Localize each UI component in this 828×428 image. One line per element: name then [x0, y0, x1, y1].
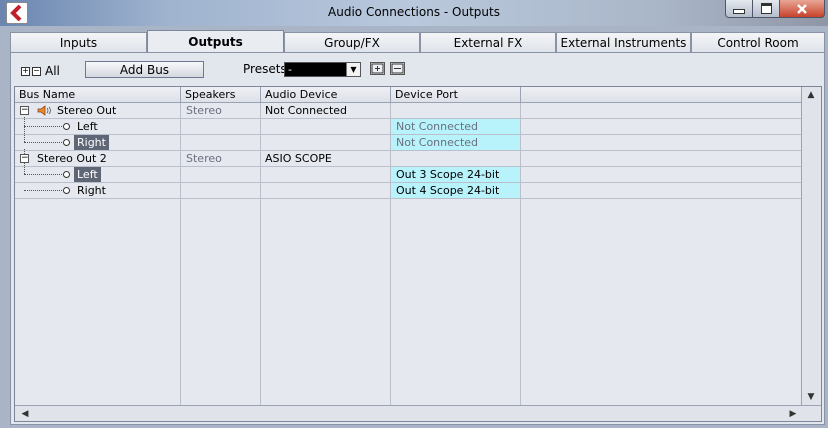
device-port-cell[interactable]: [391, 103, 521, 118]
add-bus-button[interactable]: Add Bus: [85, 61, 204, 78]
tree-line: [24, 126, 64, 127]
column-divider: [520, 199, 521, 405]
speaker-icon: [37, 105, 51, 116]
tab-inputs[interactable]: Inputs: [10, 32, 147, 52]
device-port-cell[interactable]: Out 4 Scope 24-bit: [391, 183, 521, 198]
speakers-cell[interactable]: Stereo: [181, 151, 261, 166]
channel-name: Left: [74, 167, 101, 182]
horizontal-scrollbar[interactable]: ◀ ▶: [15, 405, 821, 421]
audio-device-cell[interactable]: [261, 183, 391, 198]
vertical-scrollbar[interactable]: ▲ ▼: [801, 87, 821, 405]
bus-table: Bus Name Speakers Audio Device Device Po…: [14, 86, 822, 422]
tree-line: [24, 190, 64, 191]
all-label: All: [45, 64, 60, 78]
maximize-button[interactable]: [752, 0, 780, 18]
tab-bar: Inputs Outputs Group/FX External FX Exte…: [10, 30, 825, 53]
dropdown-arrow-icon: ▼: [346, 63, 360, 76]
table-row[interactable]: Right Not Connected: [15, 135, 801, 151]
scroll-right-icon[interactable]: ▶: [785, 406, 801, 421]
scroll-up-icon[interactable]: ▲: [803, 87, 819, 102]
collapse-all-icon[interactable]: −: [32, 66, 41, 76]
table-row[interactable]: − Stereo Out Stereo Not Connected: [15, 103, 801, 119]
delete-preset-button[interactable]: [390, 62, 405, 75]
tab-group-fx[interactable]: Group/FX: [284, 32, 420, 52]
device-port-cell[interactable]: Out 3 Scope 24-bit: [391, 167, 521, 182]
audio-connections-window: Audio Connections - Outputs Inputs Outpu…: [0, 0, 828, 428]
tab-control-room[interactable]: Control Room: [691, 32, 825, 52]
presets-dropdown[interactable]: - ▼: [284, 62, 361, 77]
channel-knob-icon: [63, 187, 70, 194]
audio-device-cell[interactable]: ASIO SCOPE: [261, 151, 391, 166]
presets-label: Presets: [243, 62, 287, 76]
expand-all-icon[interactable]: +: [21, 66, 30, 76]
speakers-cell[interactable]: [181, 119, 261, 134]
save-preset-button[interactable]: [370, 62, 385, 75]
col-bus-name[interactable]: Bus Name: [15, 87, 181, 102]
toolbar: + − All Add Bus Presets - ▼: [21, 61, 816, 81]
table-row[interactable]: − Stereo Out 2 Stereo ASIO SCOPE: [15, 151, 801, 167]
title-bar[interactable]: Audio Connections - Outputs: [0, 0, 828, 26]
tree-line: [24, 142, 64, 143]
speakers-cell[interactable]: [181, 183, 261, 198]
save-preset-icon: [371, 63, 384, 74]
window-title: Audio Connections - Outputs: [328, 5, 500, 19]
collapse-toggle[interactable]: −: [20, 154, 29, 163]
channel-name: Right: [77, 184, 106, 197]
table-row[interactable]: Right Out 4 Scope 24-bit: [15, 183, 801, 199]
audio-device-cell[interactable]: [261, 119, 391, 134]
delete-preset-icon: [391, 63, 404, 74]
collapse-toggle[interactable]: −: [20, 106, 29, 115]
tab-external-fx[interactable]: External FX: [420, 32, 556, 52]
table-header: Bus Name Speakers Audio Device Device Po…: [15, 87, 801, 103]
table-row[interactable]: Left Out 3 Scope 24-bit: [15, 167, 801, 183]
column-divider: [260, 199, 261, 405]
minimize-button[interactable]: [725, 0, 753, 18]
audio-device-cell[interactable]: Not Connected: [261, 103, 391, 118]
speakers-cell[interactable]: [181, 135, 261, 150]
device-port-cell[interactable]: Not Connected: [391, 135, 521, 150]
channel-knob-icon: [63, 123, 70, 130]
col-device-port[interactable]: Device Port: [391, 87, 521, 102]
scroll-left-icon[interactable]: ◀: [17, 406, 33, 421]
channel-name: Left: [77, 120, 98, 133]
channel-name: Right: [74, 135, 109, 150]
channel-knob-icon: [63, 139, 70, 146]
device-port-cell[interactable]: [391, 151, 521, 166]
speakers-cell[interactable]: Stereo: [181, 103, 261, 118]
tab-external-instruments[interactable]: External Instruments: [556, 32, 691, 52]
bus-name: Stereo Out 2: [37, 152, 107, 165]
channel-knob-icon: [63, 171, 70, 178]
col-speakers[interactable]: Speakers: [181, 87, 261, 102]
preset-value: -: [288, 63, 292, 76]
column-divider: [180, 199, 181, 405]
outputs-panel: + − All Add Bus Presets - ▼ Bus Name Spe…: [10, 52, 825, 425]
audio-device-cell[interactable]: [261, 167, 391, 182]
device-port-cell[interactable]: Not Connected: [391, 119, 521, 134]
minimize-icon: [733, 9, 745, 14]
tree-line: [24, 174, 64, 175]
speakers-cell[interactable]: [181, 167, 261, 182]
scroll-down-icon[interactable]: ▼: [803, 389, 819, 404]
bus-name: Stereo Out: [57, 104, 117, 117]
column-divider: [390, 199, 391, 405]
close-button[interactable]: [779, 0, 825, 18]
tab-outputs[interactable]: Outputs: [147, 30, 284, 53]
table-row[interactable]: Left Not Connected: [15, 119, 801, 135]
audio-device-cell[interactable]: [261, 135, 391, 150]
close-icon: [797, 3, 807, 14]
maximize-icon: [760, 3, 772, 14]
col-audio-device[interactable]: Audio Device: [261, 87, 391, 102]
